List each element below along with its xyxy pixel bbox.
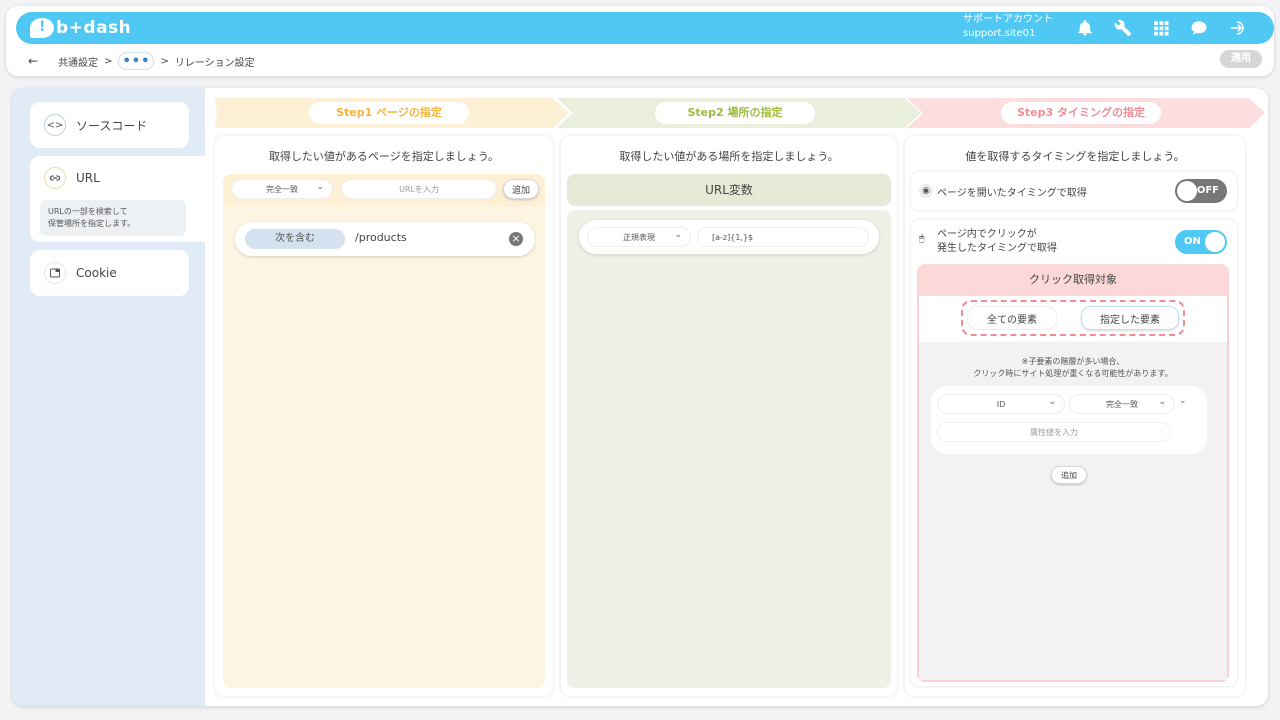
- click-timing-label: ページ内でクリックが 発生したタイミングで取得: [937, 228, 1057, 256]
- logout-icon[interactable]: [1224, 16, 1250, 40]
- top-bar: b+dash サポートアカウント support.site01: [16, 12, 1274, 44]
- eye-icon: ◉: [919, 184, 933, 198]
- regex-input[interactable]: [a-z]{1,}$: [697, 227, 869, 247]
- toggle-state: ON: [1184, 236, 1201, 247]
- breadcrumb-separator: >: [160, 55, 169, 67]
- breadcrumb-relation-settings: リレーション設定: [174, 57, 255, 69]
- step-1-label: Step1 ページの指定: [309, 102, 469, 124]
- condition-value: /products: [355, 231, 407, 244]
- select-value: 正規表現: [623, 232, 655, 242]
- chevron-down-icon: ⌄: [1048, 397, 1056, 407]
- url-description: URLの一部を検索して 保管場所を指定します。: [40, 200, 186, 236]
- url-desc-line: 保管場所を指定します。: [48, 219, 136, 228]
- url-desc-line: URLの一部を検索して: [48, 207, 128, 216]
- account-site: support.site01: [963, 28, 1036, 39]
- click-target-header: クリック取得対象: [917, 264, 1229, 296]
- breadcrumb-separator: >: [104, 55, 113, 67]
- add-attribute-button[interactable]: 追加: [1051, 466, 1087, 484]
- back-arrow-icon[interactable]: ←: [28, 54, 38, 68]
- link-icon: [44, 167, 66, 189]
- open-timing-toggle[interactable]: OFF: [1175, 179, 1227, 203]
- page-spec-column: 取得したい値があるページを指定しましょう。 完全一致 ⌄ URLを入力 追加 次…: [215, 136, 553, 696]
- condition-chip[interactable]: 次を含む: [245, 229, 345, 249]
- sidebar-item-cookie[interactable]: Cookie: [30, 250, 189, 296]
- add-url-button[interactable]: 追加: [503, 179, 539, 199]
- toggle-knob: [1177, 181, 1197, 201]
- specified-elements-button[interactable]: 指定した要素: [1081, 306, 1179, 330]
- match-type-select[interactable]: 完全一致 ⌄: [231, 179, 333, 199]
- sidebar-item-label: ソースコード: [76, 118, 148, 133]
- chevron-down-icon: ⌄: [674, 230, 682, 240]
- label-line: ページ内でクリックが: [937, 229, 1037, 240]
- column-title: 取得したい値があるページを指定しましょう。: [268, 150, 500, 163]
- settings-area: Step1 ページの指定 Step2 場所の指定 Step3 タイミングの指定 …: [205, 88, 1268, 706]
- brand-logo[interactable]: b+dash: [30, 18, 131, 38]
- url-input[interactable]: URLを入力: [341, 179, 497, 199]
- bell-icon[interactable]: [1072, 16, 1098, 40]
- input-placeholder: URLを入力: [399, 184, 439, 194]
- all-elements-button[interactable]: 全ての要素: [967, 306, 1057, 330]
- sidebar-item-label: URL: [76, 171, 100, 185]
- url-variable-header: URL変数: [567, 174, 891, 206]
- sidebar-item-url[interactable]: URL URLの一部を検索して 保管場所を指定します。: [30, 156, 205, 242]
- sidebar-item-label: Cookie: [76, 266, 117, 280]
- location-spec-column: 取得したい値がある場所を指定しましょう。 URL変数 正規表現 ⌄ [a-z]{…: [561, 136, 897, 696]
- logo-mark-icon: [30, 18, 54, 38]
- open-timing-label: ページを開いたタイミングで取得: [937, 188, 1087, 199]
- header-card: b+dash サポートアカウント support.site01 ←: [6, 6, 1274, 76]
- url-condition-list: [223, 206, 545, 688]
- column-title: 取得したい値がある場所を指定しましょう。: [619, 150, 839, 163]
- account-label: サポートアカウント: [963, 14, 1053, 25]
- label-line: 発生したタイミングで取得: [937, 243, 1057, 254]
- attribute-condition-row: ID ⌄ 完全一致 ⌄ ⌄ 属性値を入力: [931, 386, 1207, 454]
- breadcrumb-more-button[interactable]: •••: [118, 52, 155, 70]
- cookie-window-icon: [44, 262, 66, 284]
- select-value: ID: [996, 399, 1006, 409]
- step-2-label: Step2 場所の指定: [655, 102, 815, 124]
- select-value: 完全一致: [266, 184, 298, 194]
- breadcrumb-common-settings[interactable]: 共通設定: [58, 54, 98, 69]
- mouse-icon: 🖱: [919, 234, 925, 244]
- main-panel: <> ソースコード URL URLの一部を検索して 保管場所を指定します。 Co…: [12, 88, 1268, 706]
- toggle-knob: [1205, 232, 1225, 252]
- column-title: 値を取得するタイミングを指定しましょう。: [965, 150, 1185, 163]
- brand-name: b+dash: [56, 18, 132, 38]
- attribute-value-input[interactable]: 属性値を入力: [937, 422, 1171, 442]
- note-line: クリック時にサイト処理が重くなる可能性があります。: [973, 369, 1173, 378]
- toggle-state: OFF: [1196, 185, 1219, 196]
- breadcrumb: ← 共通設定 > ••• > リレーション設定: [28, 52, 255, 70]
- attribute-match-select[interactable]: 完全一致 ⌄: [1069, 394, 1175, 414]
- url-variable-list: [567, 210, 891, 688]
- apply-button[interactable]: 適用: [1220, 50, 1262, 68]
- grid-icon[interactable]: [1148, 16, 1174, 40]
- attribute-type-select[interactable]: ID ⌄: [937, 394, 1065, 414]
- account-info[interactable]: サポートアカウント support.site01: [963, 13, 1053, 41]
- wrench-icon[interactable]: [1110, 16, 1136, 40]
- url-condition-row: 次を含む /products ×: [235, 222, 535, 256]
- specified-elements-body: ※子要素の階層が多い場合、 クリック時にサイト処理が重くなる可能性があります。 …: [919, 342, 1227, 680]
- support-chat-icon[interactable]: [1186, 16, 1212, 40]
- step-3-label: Step3 タイミングの指定: [1001, 102, 1161, 124]
- chevron-down-icon: ⌄: [316, 182, 324, 192]
- remove-icon[interactable]: ×: [509, 232, 523, 246]
- performance-note: ※子要素の階層が多い場合、 クリック時にサイト処理が重くなる可能性があります。: [919, 356, 1227, 380]
- input-placeholder: 属性値を入力: [1030, 427, 1078, 437]
- timing-spec-column: 値を取得するタイミングを指定しましょう。 ◉ ページを開いたタイミングで取得 O…: [905, 136, 1245, 696]
- regex-row: 正規表現 ⌄ [a-z]{1,}$: [579, 220, 879, 254]
- click-timing-toggle[interactable]: ON: [1175, 230, 1227, 254]
- sidebar-item-source-code[interactable]: <> ソースコード: [30, 102, 189, 148]
- click-target-panel: 全ての要素 指定した要素 ※子要素の階層が多い場合、 クリック時にサイト処理が重…: [917, 296, 1229, 682]
- regex-type-select[interactable]: 正規表現 ⌄: [587, 227, 691, 247]
- note-line: ※子要素の階層が多い場合、: [1021, 357, 1125, 366]
- click-timing-option: 🖱 ページ内でクリックが 発生したタイミングで取得 ON クリック取得対象 全て…: [911, 220, 1237, 686]
- input-value: [a-z]{1,}$: [712, 232, 754, 242]
- code-icon: <>: [44, 114, 66, 136]
- open-timing-option: ◉ ページを開いたタイミングで取得 OFF: [911, 172, 1237, 210]
- chevron-down-icon[interactable]: ⌄: [1179, 396, 1187, 406]
- select-value: 完全一致: [1106, 399, 1138, 409]
- chevron-down-icon: ⌄: [1158, 397, 1166, 407]
